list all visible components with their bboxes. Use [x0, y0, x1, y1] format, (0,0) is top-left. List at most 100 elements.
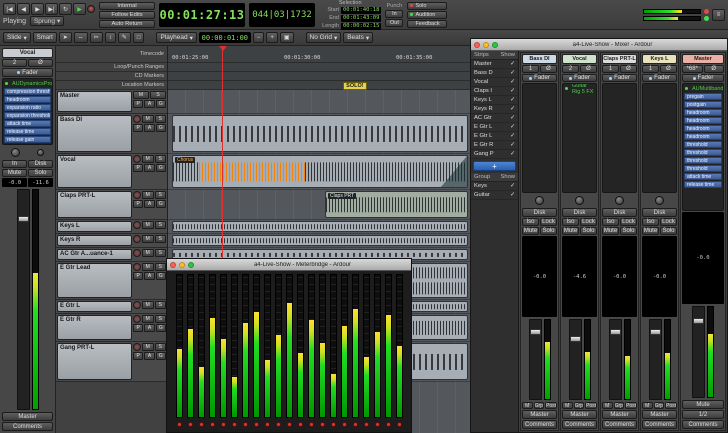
secondary-clock[interactable]: 044|03|1732 — [249, 2, 315, 27]
mute-button[interactable]: M — [142, 301, 154, 309]
gain-display[interactable]: -0.0 — [602, 236, 637, 317]
ruler-label-markers[interactable]: Location Markers — [56, 81, 167, 90]
track-header-bass-di[interactable]: Bass DI MS PAG — [56, 114, 167, 154]
check-icon[interactable]: ✓ — [510, 124, 515, 130]
selection-start-clock[interactable]: 00:01:40:18 — [341, 6, 382, 14]
playlist-button[interactable]: P — [133, 272, 144, 280]
track-name[interactable]: Bass DI — [57, 115, 132, 152]
primary-clock[interactable]: 00:01:27:13 — [159, 2, 245, 27]
iso-button[interactable]: Iso — [642, 218, 659, 226]
group-list-item[interactable]: Guitar ✓ — [471, 191, 518, 200]
check-icon[interactable]: ✓ — [510, 115, 515, 121]
strip-name[interactable]: Claps PRT-L — [602, 54, 637, 64]
group-button[interactable]: G — [155, 324, 166, 332]
phase-button[interactable]: Ø — [580, 65, 597, 73]
phase-button[interactable]: Ø — [540, 65, 557, 73]
automation-button[interactable]: A — [144, 324, 155, 332]
sync-indicator[interactable] — [704, 15, 709, 21]
track-header-vocal[interactable]: Vocal MS PAG — [56, 154, 167, 190]
lock-button[interactable]: Lock — [620, 218, 637, 226]
loop-button[interactable]: ↻ — [59, 3, 72, 15]
region-fade[interactable] — [441, 156, 467, 187]
strip-list-item[interactable]: Claps I ✓ — [471, 87, 518, 96]
location-markers-ruler[interactable]: SOLO! — [168, 81, 470, 90]
record-enable-dot[interactable] — [396, 421, 402, 427]
metering-button[interactable]: M — [642, 402, 653, 409]
mute-button[interactable]: M — [142, 263, 154, 271]
trim-knob[interactable] — [10, 148, 20, 157]
punch-in-button[interactable]: In — [385, 9, 404, 18]
mute-button[interactable]: M — [142, 191, 154, 199]
record-arm-button[interactable] — [133, 301, 141, 309]
zoom-fit-button[interactable]: ▣ — [279, 32, 294, 43]
fader-button[interactable]: Fader — [642, 74, 677, 82]
iso-button[interactable]: Iso — [562, 218, 579, 226]
solo-indicator-button[interactable]: Solo — [407, 1, 448, 10]
input-count[interactable]: 1 — [522, 65, 539, 73]
playlist-button[interactable]: P — [133, 200, 144, 208]
range-tool-button[interactable]: ⇔ — [73, 32, 88, 43]
check-icon[interactable]: ✓ — [510, 106, 515, 112]
trim-knob[interactable] — [655, 196, 664, 205]
pan-knob[interactable] — [37, 149, 45, 156]
lane-keys-r[interactable] — [168, 234, 470, 248]
record-enable-dot[interactable] — [253, 421, 259, 427]
plugin-control[interactable]: postgain — [684, 101, 722, 108]
input-count[interactable]: 2 — [2, 59, 27, 67]
group-button[interactable]: Grp — [653, 402, 664, 409]
meter-point-button[interactable]: Post — [625, 402, 638, 409]
strip-list-item[interactable]: Keys R ✓ — [471, 105, 518, 114]
gain-fader[interactable] — [568, 319, 582, 400]
follow-edits-button[interactable]: Follow Edits — [99, 10, 155, 19]
group-button[interactable]: Grp — [613, 402, 624, 409]
meter-point-button[interactable]: Post — [545, 402, 558, 409]
record-enable-dot[interactable] — [308, 421, 314, 427]
output-button[interactable]: Master — [522, 410, 557, 419]
plugin-control[interactable]: pregain — [684, 93, 722, 100]
mute-button[interactable]: M — [142, 343, 154, 351]
gain-fader[interactable] — [692, 306, 705, 398]
metering-button[interactable]: M — [562, 402, 573, 409]
disk-monitor-button[interactable]: Disk — [642, 208, 677, 217]
processor-box[interactable] — [602, 83, 637, 193]
group-button[interactable]: G — [155, 272, 166, 280]
input-count[interactable]: 1 — [602, 65, 619, 73]
trim-knob[interactable] — [615, 196, 624, 205]
zoom-icon[interactable] — [188, 261, 194, 268]
plugin-entry[interactable]: AUDynamicsPro — [12, 81, 52, 87]
meter-point-button[interactable]: Post — [665, 402, 678, 409]
automation-button[interactable]: A — [144, 200, 155, 208]
solo-button[interactable]: S — [154, 315, 166, 323]
phase-button[interactable]: Ø — [703, 65, 724, 73]
record-enable-dot[interactable] — [264, 421, 270, 427]
region-name[interactable]: Chorus — [175, 157, 196, 163]
disk-monitor-button[interactable]: Disk — [602, 208, 637, 217]
iso-button[interactable]: Iso — [522, 218, 539, 226]
output-button[interactable]: Master — [602, 410, 637, 419]
plugin-entry[interactable]: Guitar Rig 5 FX — [572, 84, 594, 95]
phase-button[interactable]: Ø — [620, 65, 637, 73]
disk-monitor-button[interactable]: Disk — [522, 208, 557, 217]
plugin-control[interactable]: compression threshol — [4, 88, 51, 95]
play-button[interactable]: ▶ — [73, 3, 86, 15]
record-enable-dot[interactable] — [297, 421, 303, 427]
track-header-keys-r[interactable]: Keys R MS — [56, 234, 167, 248]
error-indicator[interactable] — [704, 8, 709, 14]
group-button[interactable]: G — [155, 164, 166, 172]
phase-button[interactable]: Ø — [660, 65, 677, 73]
gain-fader[interactable] — [16, 189, 30, 410]
playlist-button[interactable]: P — [133, 124, 144, 132]
comments-button[interactable]: Comments — [522, 420, 557, 429]
phase-button[interactable]: Ø — [28, 59, 53, 67]
record-arm-button[interactable] — [133, 221, 141, 229]
track-name[interactable]: E Gtr R — [57, 315, 132, 340]
trim-knob[interactable] — [535, 196, 544, 205]
strip-list-item[interactable]: Gang P ✓ — [471, 150, 518, 159]
draw-tool-button[interactable]: ✎ — [117, 32, 131, 43]
record-enable-dot[interactable] — [220, 421, 226, 427]
timecode-ruler[interactable]: 00:01:25:00 00:01:30:00 00:01:35:00 — [168, 46, 470, 63]
plugin-control[interactable]: headroom — [684, 109, 722, 116]
input-count[interactable]: 1 — [642, 65, 659, 73]
mute-button[interactable]: M — [142, 315, 154, 323]
track-name[interactable]: Vocal — [57, 155, 132, 188]
